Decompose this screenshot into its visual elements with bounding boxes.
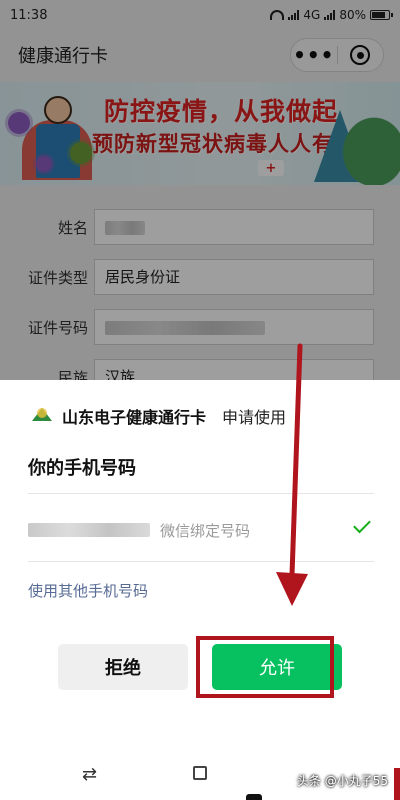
phone-option[interactable]: 微信绑定号码 xyxy=(28,510,374,550)
phone-hint: 微信绑定号码 xyxy=(160,521,251,540)
divider xyxy=(28,493,374,494)
modal-overlay[interactable] xyxy=(0,0,400,380)
app-logo-icon xyxy=(30,404,54,428)
switch-apps-icon[interactable]: ⇄ xyxy=(82,764,97,785)
use-other-phone-link[interactable]: 使用其他手机号码 xyxy=(28,580,148,601)
gesture-bar xyxy=(246,794,262,800)
check-icon xyxy=(353,515,371,534)
request-text: 申请使用 xyxy=(222,408,287,427)
divider xyxy=(28,561,374,562)
system-nav-bar: ⇄ 头条 @小丸子55 xyxy=(0,740,400,800)
annotation-highlight-box xyxy=(196,636,334,698)
sheet-title: 你的手机号码 xyxy=(28,458,136,479)
blurred-phone-number xyxy=(28,523,150,537)
home-icon[interactable] xyxy=(193,766,207,780)
watermark: 头条 @小丸子55 xyxy=(296,774,388,788)
app-info: 山东电子健康通行卡 申请使用 xyxy=(30,404,286,428)
app-name: 山东电子健康通行卡 xyxy=(62,408,207,427)
deny-button[interactable]: 拒绝 xyxy=(58,644,188,690)
annotation-corner-mark xyxy=(394,768,400,800)
